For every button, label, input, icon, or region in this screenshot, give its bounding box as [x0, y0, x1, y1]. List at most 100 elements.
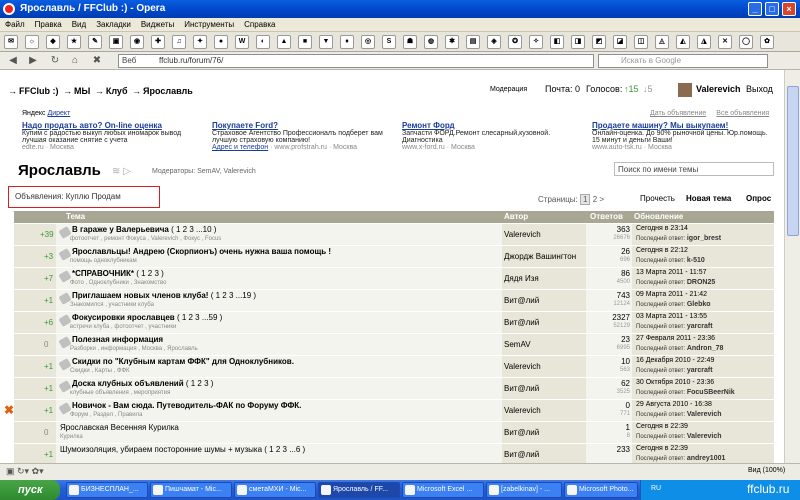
last-poster[interactable]: k-510 [687, 257, 705, 264]
menu-widgets[interactable]: Виджеты [136, 18, 179, 31]
table-row[interactable]: +39 В гараже у Валерьевича ( 1 2 3 ...10 … [14, 224, 774, 246]
toolbar-shortcut-icon[interactable]: ◈ [487, 35, 501, 49]
table-row[interactable]: +1 Приглашаем новых членов клуба! ( 1 2 3… [14, 290, 774, 312]
vertical-scrollbar[interactable] [784, 70, 800, 463]
toolbar-shortcut-icon[interactable]: ◮ [697, 35, 711, 49]
address-input[interactable]: Веб ffclub.ru/forum/76/ [118, 54, 594, 68]
breadcrumb-yaroslavl[interactable]: Ярославль [143, 86, 193, 96]
toolbar-shortcut-icon[interactable]: W [235, 35, 249, 49]
toolbar-shortcut-icon[interactable]: ✚ [151, 35, 165, 49]
toolbar-shortcut-icon[interactable]: ★ [67, 35, 81, 49]
add-ad-link[interactable]: Дать объявление [650, 110, 706, 117]
last-poster[interactable]: Valerevich [687, 433, 722, 440]
avatar[interactable] [678, 83, 692, 97]
toolbar-shortcut-icon[interactable]: ✧ [529, 35, 543, 49]
table-row[interactable]: +1 Доска клубных объявлений ( 1 2 3 ) клуб… [14, 378, 774, 400]
maximize-button[interactable]: □ [765, 2, 779, 16]
ad-title[interactable]: Ремонт Форд [402, 121, 582, 130]
taskbar-item[interactable]: [zabelkinav] - ... [486, 482, 562, 498]
toolbar-shortcut-icon[interactable]: ◆ [46, 35, 60, 49]
col-author[interactable]: Автор [504, 212, 528, 221]
zoom-level[interactable]: Вид (100%) [748, 467, 785, 474]
ad-title[interactable]: Продаете машину? Мы выкупаем! [592, 121, 772, 130]
toolbar-shortcut-icon[interactable]: ◫ [634, 35, 648, 49]
toolbar-shortcut-icon[interactable]: ▣ [109, 35, 123, 49]
last-poster[interactable]: FocuSBeerNik [687, 389, 735, 396]
ad-item[interactable]: Продаете машину? Мы выкупаем! Онлайн-оце… [592, 121, 772, 151]
col-topic[interactable]: Тема [66, 212, 85, 221]
topic-tags[interactable]: Скидки , Карты , ФФК [70, 368, 130, 374]
trash-icon[interactable]: ✖ [90, 54, 104, 68]
classifieds-buy-link[interactable]: Куплю [66, 192, 90, 201]
author-name[interactable]: Вит@лий [504, 450, 539, 459]
topic-tags[interactable]: клубные объявления , мероприятия [70, 390, 170, 396]
last-poster[interactable]: yarcraft [687, 323, 713, 330]
author-name[interactable]: Вит@лий [504, 428, 539, 437]
panel-toggle-icon[interactable]: ▣ ↻▾ ✿▾ [6, 466, 44, 477]
all-ads-link[interactable]: Все объявления [716, 110, 769, 117]
menu-tools[interactable]: Инструменты [179, 18, 239, 31]
toolbar-shortcut-icon[interactable]: ✉ [4, 35, 18, 49]
author-name[interactable]: SemAV [504, 340, 531, 349]
topic-title[interactable]: Фокусировки ярославцев ( 1 2 3 ...59 ) [72, 313, 222, 322]
topic-title[interactable]: Новичок - Вам сюда. Путеводитель-ФАК по … [72, 401, 301, 410]
close-button[interactable]: × [782, 2, 796, 16]
breadcrumb-club[interactable]: Клуб [106, 86, 128, 96]
menu-file[interactable]: Файл [0, 18, 30, 31]
topic-title[interactable]: Ярославская Весенняя Курилка [60, 423, 179, 432]
topic-pages[interactable]: ( 1 2 3 ...10 ) [171, 225, 216, 234]
taskbar-item-active[interactable]: Ярославль / FF... [318, 482, 400, 498]
toolbar-shortcut-icon[interactable]: ✦ [193, 35, 207, 49]
author-name[interactable]: Джордж Вашингтон [504, 252, 576, 261]
last-poster[interactable]: DRON25 [687, 279, 715, 286]
reload-icon[interactable]: ↻ [48, 54, 62, 68]
ad-title[interactable]: Надо продать авто? On-line оценка [22, 121, 202, 130]
topic-title[interactable]: Доска клубных объявлений ( 1 2 3 ) [72, 379, 213, 388]
topic-title[interactable]: Шумоизоляция, убираем посторонние шумы +… [60, 445, 305, 454]
toolbar-shortcut-icon[interactable]: ◧ [550, 35, 564, 49]
topic-tags[interactable]: помощь одноклубникам [70, 258, 137, 264]
toolbar-shortcut-icon[interactable]: ♫ [172, 35, 186, 49]
toolbar-shortcut-icon[interactable]: S [382, 35, 396, 49]
page-2[interactable]: 2 [593, 195, 597, 204]
col-replies[interactable]: Ответов [590, 212, 623, 221]
topic-tags[interactable]: Знакомился , участники клуба [70, 302, 154, 308]
table-row[interactable]: ✖ +1 Новичок - Вам сюда. Путеводитель-ФАК … [4, 400, 774, 422]
page-next[interactable]: > [599, 195, 604, 204]
author-name[interactable]: Вит@лий [504, 384, 539, 393]
table-row[interactable]: +1 Скидки по "Клубным картам ФФК" для Одн… [14, 356, 774, 378]
table-row[interactable]: +3 Ярославльцы! Андрею (Скорпионъ) очень … [14, 246, 774, 268]
toolbar-shortcut-icon[interactable]: ✕ [718, 35, 732, 49]
taskbar-item[interactable]: БИЗНЕСПЛАН_... [66, 482, 148, 498]
author-name[interactable]: Вит@лий [504, 296, 539, 305]
topic-pages[interactable]: ( 1 2 3 ) [186, 379, 214, 388]
toolbar-shortcut-icon[interactable]: ✿ [760, 35, 774, 49]
classifieds-sell-link[interactable]: Продам [92, 192, 121, 201]
author-name[interactable]: Дядя Изя [504, 274, 539, 283]
logout-link[interactable]: Выход [746, 84, 773, 94]
topic-pages[interactable]: ( 1 2 3 ...19 ) [211, 291, 256, 300]
author-name[interactable]: Valerevich [504, 362, 541, 371]
last-poster[interactable]: andrey1001 [687, 455, 726, 462]
toolbar-shortcut-icon[interactable]: ☗ [403, 35, 417, 49]
toolbar-shortcut-icon[interactable]: ■ [298, 35, 312, 49]
toolbar-shortcut-icon[interactable]: ● [214, 35, 228, 49]
ad-item[interactable]: Ремонт Форд Запчасти ФОРД.Ремонт слесарн… [402, 121, 582, 151]
user-name[interactable]: Valerevich [696, 84, 741, 94]
toolbar-shortcut-icon[interactable]: ◨ [571, 35, 585, 49]
table-row[interactable]: 0 Ярославская Весенняя Курилка Курилка Вит… [14, 422, 774, 444]
topic-title[interactable]: Ярославльцы! Андрею (Скорпионъ) очень ну… [72, 247, 331, 256]
toolbar-shortcut-icon[interactable]: ✪ [508, 35, 522, 49]
table-row[interactable]: +7 *СПРАВОЧНИК* ( 1 2 3 ) Фото , Одноклубн… [14, 268, 774, 290]
topic-tags[interactable]: Разборки , информация , Москва , Ярослав… [70, 346, 198, 352]
scrollbar-thumb[interactable] [787, 86, 799, 236]
toolbar-shortcut-icon[interactable]: ▼ [319, 35, 333, 49]
toolbar-shortcut-icon[interactable]: ◎ [361, 35, 375, 49]
minimize-button[interactable]: _ [748, 2, 762, 16]
toolbar-shortcut-icon[interactable]: ◍ [424, 35, 438, 49]
toolbar-shortcut-icon[interactable]: ☼ [25, 35, 39, 49]
page-1[interactable]: 1 [580, 194, 591, 205]
ad-item[interactable]: Покупаете Ford? Страховое Агентство Проф… [212, 121, 392, 151]
topic-title[interactable]: Полезная информация [72, 335, 163, 344]
topic-pages[interactable]: ( 1 2 3 ...59 ) [177, 313, 222, 322]
